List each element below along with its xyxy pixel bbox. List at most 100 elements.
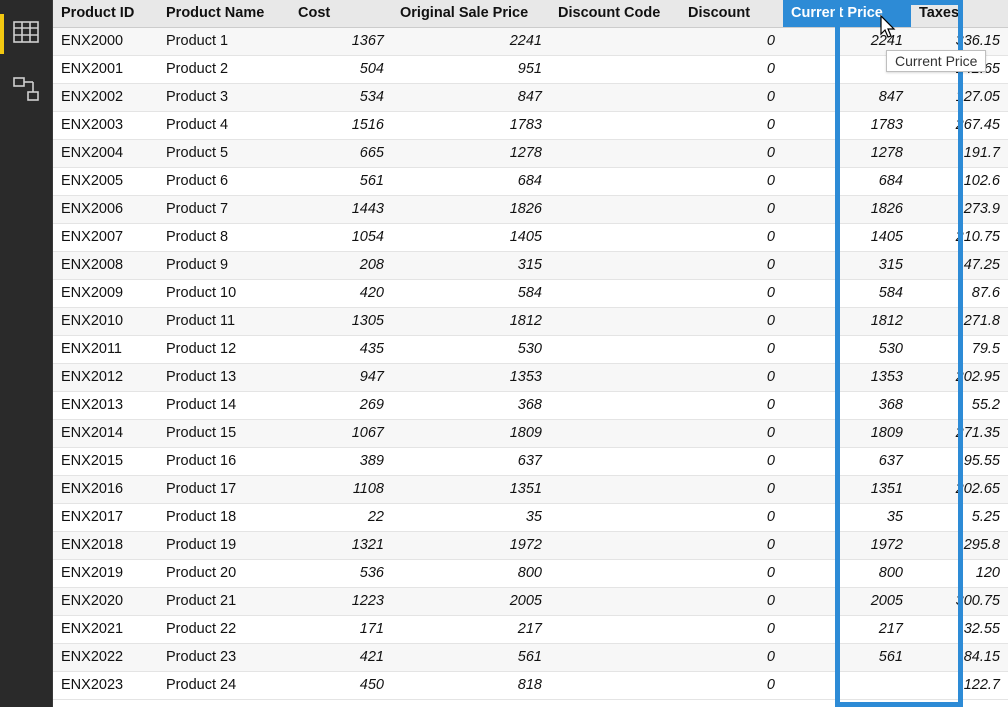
cell-product-name[interactable]: Product 10 <box>158 279 290 307</box>
cell-product-id[interactable]: ENX2018 <box>53 531 158 559</box>
table-row[interactable]: ENX2018Product 191321197201972295.8 <box>53 531 1008 559</box>
cell-taxes[interactable]: 32.55 <box>911 615 1008 643</box>
cell-product-id[interactable]: ENX2021 <box>53 615 158 643</box>
cell-taxes[interactable]: 271.35 <box>911 419 1008 447</box>
col-header-discount-code[interactable]: Discount Code <box>550 0 680 27</box>
cell-current-price[interactable]: 2005 <box>783 587 911 615</box>
cell-product-id[interactable]: ENX2015 <box>53 447 158 475</box>
cell-discount[interactable]: 0 <box>680 139 783 167</box>
cell-cost[interactable]: 435 <box>290 335 392 363</box>
col-header-taxes[interactable]: Taxes <box>911 0 1008 27</box>
cell-original-sale-price[interactable]: 1826 <box>392 195 550 223</box>
cell-product-id[interactable]: ENX2002 <box>53 83 158 111</box>
cell-current-price[interactable] <box>783 671 911 699</box>
cell-current-price[interactable]: 217 <box>783 615 911 643</box>
cell-product-id[interactable]: ENX2000 <box>53 27 158 55</box>
cell-taxes[interactable]: 47.25 <box>911 251 1008 279</box>
cell-original-sale-price[interactable]: 847 <box>392 83 550 111</box>
cell-taxes[interactable]: 267.45 <box>911 111 1008 139</box>
table-row[interactable]: ENX2008Product 9208315031547.25 <box>53 251 1008 279</box>
col-header-cost[interactable]: Cost <box>290 0 392 27</box>
cell-product-id[interactable]: ENX2011 <box>53 335 158 363</box>
cell-product-name[interactable]: Product 24 <box>158 671 290 699</box>
cell-discount[interactable]: 0 <box>680 559 783 587</box>
cell-discount[interactable]: 0 <box>680 587 783 615</box>
table-row[interactable]: ENX2019Product 205368000800120 <box>53 559 1008 587</box>
cell-product-id[interactable]: ENX2010 <box>53 307 158 335</box>
cell-discount-code[interactable] <box>550 195 680 223</box>
cell-original-sale-price[interactable]: 561 <box>392 643 550 671</box>
cell-cost[interactable]: 1321 <box>290 531 392 559</box>
cell-product-name[interactable]: Product 6 <box>158 167 290 195</box>
cell-discount[interactable]: 0 <box>680 195 783 223</box>
cell-discount[interactable]: 0 <box>680 223 783 251</box>
cell-discount[interactable]: 0 <box>680 643 783 671</box>
table-row[interactable]: ENX2002Product 35348470847127.05 <box>53 83 1008 111</box>
cell-discount[interactable]: 0 <box>680 447 783 475</box>
cell-discount[interactable]: 0 <box>680 671 783 699</box>
cell-original-sale-price[interactable]: 530 <box>392 335 550 363</box>
cell-discount[interactable]: 0 <box>680 531 783 559</box>
cell-discount-code[interactable] <box>550 279 680 307</box>
cell-discount-code[interactable] <box>550 419 680 447</box>
table-row[interactable]: ENX2003Product 41516178301783267.45 <box>53 111 1008 139</box>
cell-product-id[interactable]: ENX2007 <box>53 223 158 251</box>
cell-taxes[interactable]: 273.9 <box>911 195 1008 223</box>
cell-product-id[interactable]: ENX2020 <box>53 587 158 615</box>
cell-taxes[interactable]: 95.55 <box>911 447 1008 475</box>
cell-discount[interactable]: 0 <box>680 391 783 419</box>
cell-discount-code[interactable] <box>550 139 680 167</box>
cell-product-id[interactable]: ENX2016 <box>53 475 158 503</box>
cell-taxes[interactable]: 102.6 <box>911 167 1008 195</box>
cell-taxes[interactable]: 210.75 <box>911 223 1008 251</box>
cell-cost[interactable]: 1054 <box>290 223 392 251</box>
cell-original-sale-price[interactable]: 315 <box>392 251 550 279</box>
table-row[interactable]: ENX2016Product 171108135101351202.65 <box>53 475 1008 503</box>
cell-product-id[interactable]: ENX2019 <box>53 559 158 587</box>
cell-original-sale-price[interactable]: 2241 <box>392 27 550 55</box>
cell-original-sale-price[interactable]: 1809 <box>392 419 550 447</box>
cell-product-id[interactable]: ENX2006 <box>53 195 158 223</box>
cell-cost[interactable]: 1305 <box>290 307 392 335</box>
cell-discount[interactable]: 0 <box>680 419 783 447</box>
cell-discount-code[interactable] <box>550 223 680 251</box>
table-row[interactable]: ENX2017Product 1822350355.25 <box>53 503 1008 531</box>
cell-discount-code[interactable] <box>550 447 680 475</box>
cell-taxes[interactable]: 122.7 <box>911 671 1008 699</box>
cell-current-price[interactable]: 561 <box>783 643 911 671</box>
cell-product-id[interactable]: ENX2001 <box>53 55 158 83</box>
cell-current-price[interactable]: 584 <box>783 279 911 307</box>
cell-cost[interactable]: 1223 <box>290 587 392 615</box>
cell-current-price[interactable]: 637 <box>783 447 911 475</box>
cell-taxes[interactable]: 55.2 <box>911 391 1008 419</box>
cell-current-price[interactable]: 684 <box>783 167 911 195</box>
col-header-product-name[interactable]: Product Name <box>158 0 290 27</box>
cell-cost[interactable]: 1067 <box>290 419 392 447</box>
table-row[interactable]: ENX2012Product 13947135301353202.95 <box>53 363 1008 391</box>
table-row[interactable]: ENX2005Product 65616840684102.6 <box>53 167 1008 195</box>
cell-discount[interactable]: 0 <box>680 251 783 279</box>
cell-product-name[interactable]: Product 18 <box>158 503 290 531</box>
cell-discount[interactable]: 0 <box>680 475 783 503</box>
cell-cost[interactable]: 1108 <box>290 475 392 503</box>
cell-discount-code[interactable] <box>550 55 680 83</box>
cell-taxes[interactable]: 120 <box>911 559 1008 587</box>
cell-product-name[interactable]: Product 16 <box>158 447 290 475</box>
cell-original-sale-price[interactable]: 217 <box>392 615 550 643</box>
cell-product-id[interactable]: ENX2023 <box>53 671 158 699</box>
cell-discount-code[interactable] <box>550 363 680 391</box>
cell-product-name[interactable]: Product 20 <box>158 559 290 587</box>
table-row[interactable]: ENX2010Product 111305181201812271.8 <box>53 307 1008 335</box>
cell-product-id[interactable]: ENX2003 <box>53 111 158 139</box>
cell-taxes[interactable]: 202.95 <box>911 363 1008 391</box>
table-row[interactable]: ENX2011Product 12435530053079.5 <box>53 335 1008 363</box>
cell-taxes[interactable]: 300.75 <box>911 587 1008 615</box>
cell-current-price[interactable]: 1405 <box>783 223 911 251</box>
cell-discount-code[interactable] <box>550 307 680 335</box>
cell-discount-code[interactable] <box>550 27 680 55</box>
cell-cost[interactable]: 534 <box>290 83 392 111</box>
cell-current-price[interactable]: 1826 <box>783 195 911 223</box>
cell-product-name[interactable]: Product 15 <box>158 419 290 447</box>
cell-discount-code[interactable] <box>550 251 680 279</box>
cell-cost[interactable]: 171 <box>290 615 392 643</box>
